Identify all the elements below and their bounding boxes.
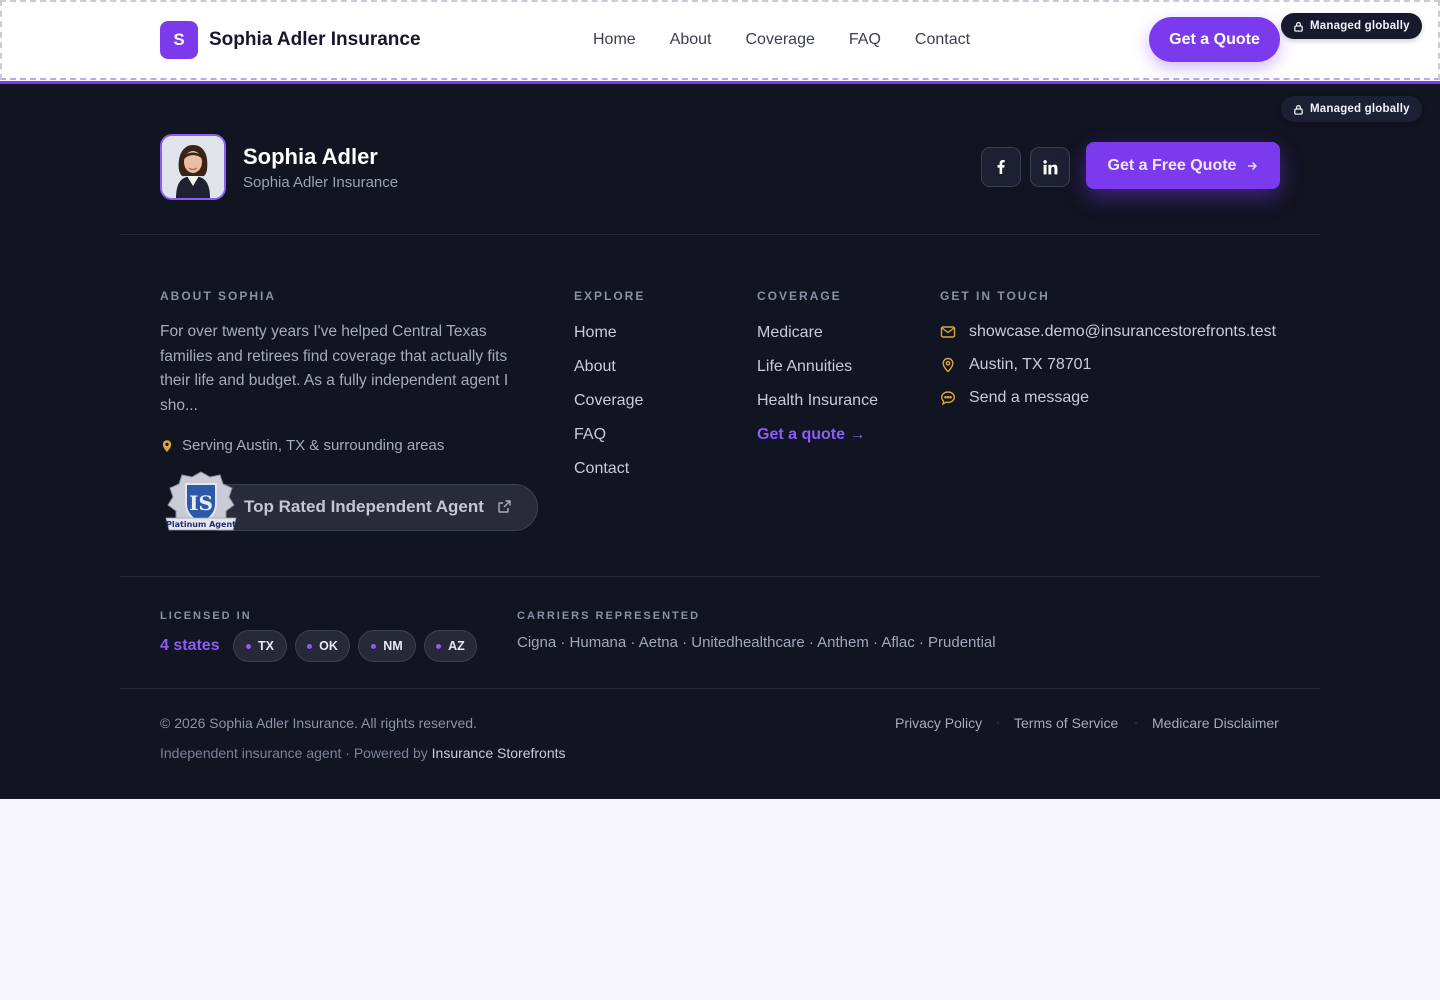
seal-text: IS [189, 491, 213, 515]
footer-link-medicare[interactable]: Medicare [757, 323, 878, 357]
lock-icon [1294, 104, 1303, 115]
managed-globally-label: Managed globally [1310, 20, 1410, 32]
footer-link-health-insurance[interactable]: Health Insurance [757, 391, 878, 425]
nav-link-home[interactable]: Home [593, 31, 636, 49]
state-chip-nm: NM [358, 630, 416, 662]
carriers-heading: Carriers represented [517, 610, 701, 622]
brand-logo-mark: S [160, 21, 198, 59]
contact-email[interactable]: showcase.demo@insurancestorefronts.test [940, 323, 1276, 341]
site-header: S Sophia Adler Insurance Home About Cove… [0, 0, 1440, 80]
site-footer: Managed globally Sophia Adler Sophia Adl… [0, 81, 1440, 799]
footer-divider [120, 688, 1320, 689]
state-chip-label: NM [383, 639, 403, 653]
contact-message[interactable]: Send a message [940, 389, 1089, 407]
powered-by-prefix: Independent insurance agent · Powered by [160, 745, 428, 761]
footer-link-home[interactable]: Home [574, 323, 643, 357]
contact-location: Austin, TX 78701 [940, 356, 1091, 374]
map-pin-icon [162, 439, 172, 452]
managed-globally-badge[interactable]: Managed globally [1281, 96, 1422, 122]
agent-company: Sophia Adler Insurance [243, 173, 399, 191]
map-pin-icon [942, 357, 954, 373]
platinum-agent-seal: IS Platinum Agent [160, 470, 242, 542]
service-area: Serving Austin, TX & surrounding areas [160, 437, 444, 454]
agent-name: Sophia Adler [243, 143, 378, 169]
top-rated-label: Top Rated Independent Agent [244, 497, 484, 516]
chat-bubble-icon [940, 391, 956, 406]
nav-link-about[interactable]: About [670, 31, 712, 49]
coverage-links: Medicare Life Annuities Health Insurance… [757, 323, 878, 459]
coverage-heading: Coverage [757, 289, 842, 303]
managed-globally-label: Managed globally [1310, 103, 1410, 115]
linkedin-icon [1042, 159, 1057, 174]
privacy-policy-link[interactable]: Privacy Policy [895, 715, 982, 731]
service-area-text: Serving Austin, TX & surrounding areas [182, 437, 445, 454]
licensed-count: 4 states [160, 637, 220, 654]
footer-link-about[interactable]: About [574, 357, 643, 391]
mail-icon [940, 326, 956, 338]
state-chip-ok: OK [295, 630, 350, 662]
seal-banner-text: Platinum Agent [166, 520, 236, 529]
nav-link-faq[interactable]: FAQ [849, 31, 881, 49]
nav-link-coverage[interactable]: Coverage [746, 31, 815, 49]
managed-globally-badge[interactable]: Managed globally [1281, 13, 1422, 39]
lock-icon [1294, 21, 1303, 32]
get-a-quote-button[interactable]: Get a Quote [1149, 17, 1280, 62]
contact-email-text: showcase.demo@insurancestorefronts.test [969, 323, 1277, 340]
footer-link-contact[interactable]: Contact [574, 459, 643, 493]
footer-divider [120, 234, 1320, 235]
contact-heading: Get in touch [940, 289, 1050, 303]
contact-location-text: Austin, TX 78701 [969, 356, 1092, 373]
legal-separator: · [1134, 715, 1138, 729]
state-chip-label: OK [319, 639, 338, 653]
brand-name: Sophia Adler Insurance [209, 29, 421, 50]
about-text: For over twenty years I've helped Centra… [160, 323, 509, 414]
carriers-list: Cigna · Humana · Aetna · Unitedhealthcar… [517, 634, 996, 651]
powered-by: Independent insurance agent · Powered by… [160, 745, 566, 761]
licensed-heading: Licensed in [160, 610, 252, 622]
contact-message-text: Send a message [969, 389, 1090, 406]
linkedin-button[interactable] [1030, 147, 1070, 187]
state-chip-tx: TX [233, 630, 287, 662]
footer-link-coverage[interactable]: Coverage [574, 391, 643, 425]
top-rated-agent-link[interactable]: Top Rated Independent Agent [198, 484, 538, 531]
arrow-right-icon [1248, 161, 1258, 170]
agent-profile: Sophia Adler Sophia Adler Insurance [160, 134, 398, 200]
facebook-icon [997, 160, 1005, 174]
state-chip-label: AZ [448, 639, 465, 653]
footer-link-faq[interactable]: FAQ [574, 425, 643, 459]
about-heading: About Sophia [160, 289, 277, 303]
copyright-text: © 2026 Sophia Adler Insurance. All right… [160, 715, 477, 731]
get-free-quote-label: Get a Free Quote [1107, 156, 1237, 174]
facebook-button[interactable] [981, 147, 1021, 187]
nav-link-contact[interactable]: Contact [915, 31, 970, 49]
explore-links: Home About Coverage FAQ Contact [574, 323, 643, 493]
main-nav: Home About Coverage FAQ Contact [593, 31, 1004, 49]
avatar [160, 134, 226, 200]
explore-heading: Explore [574, 289, 646, 303]
legal-separator: · [996, 715, 1000, 729]
medicare-disclaimer-link[interactable]: Medicare Disclaimer [1152, 715, 1279, 731]
state-chip-az: AZ [424, 630, 477, 662]
footer-link-get-a-quote[interactable]: Get a quote → [757, 425, 878, 459]
brand[interactable]: S Sophia Adler Insurance [160, 21, 421, 59]
state-chip-label: TX [258, 639, 274, 653]
footer-link-life-annuities[interactable]: Life Annuities [757, 357, 878, 391]
external-link-icon [498, 500, 511, 513]
powered-by-link[interactable]: Insurance Storefronts [432, 745, 566, 761]
get-free-quote-button[interactable]: Get a Free Quote [1086, 142, 1280, 189]
terms-of-service-link[interactable]: Terms of Service [1014, 715, 1118, 731]
footer-divider [120, 576, 1320, 577]
